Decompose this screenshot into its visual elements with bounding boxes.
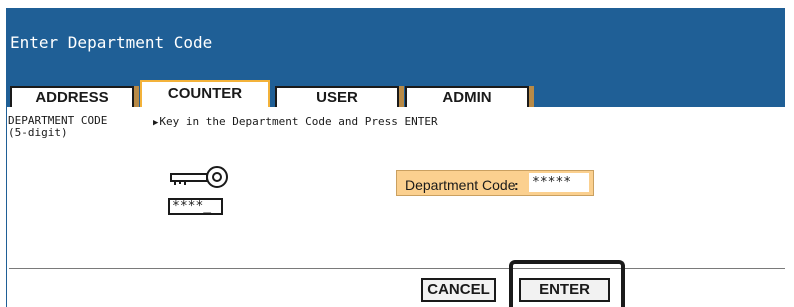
entered-code-display: ****_ xyxy=(168,198,223,215)
content-panel xyxy=(6,107,786,307)
department-code-label-line2: (5-digit) xyxy=(8,126,68,139)
department-code-input[interactable] xyxy=(529,173,589,192)
play-arrow-icon: ▶ xyxy=(153,118,159,128)
screen-title: Enter Department Code xyxy=(10,33,213,52)
department-code-field-colon: : xyxy=(514,177,519,193)
tab-admin[interactable]: ADMIN xyxy=(405,86,534,107)
enter-button-highlight xyxy=(509,260,625,307)
tab-address[interactable]: ADDRESS xyxy=(10,86,139,107)
tab-counter[interactable]: COUNTER xyxy=(140,80,270,108)
touch-panel-screen: Enter Department Code ADDRESS COUNTER US… xyxy=(0,0,794,307)
divider xyxy=(9,268,785,269)
department-code-field-label: Department Code xyxy=(405,177,516,193)
tab-user[interactable]: USER xyxy=(275,86,404,107)
instruction-label: Key in the Department Code and Press ENT… xyxy=(159,115,438,128)
department-code-label: DEPARTMENT CODE (5-digit) xyxy=(8,115,107,139)
cancel-button[interactable]: CANCEL xyxy=(421,278,496,302)
title-bar: Enter Department Code xyxy=(6,8,785,80)
key-icon xyxy=(170,166,228,188)
instruction-text: ▶Key in the Department Code and Press EN… xyxy=(153,115,438,128)
